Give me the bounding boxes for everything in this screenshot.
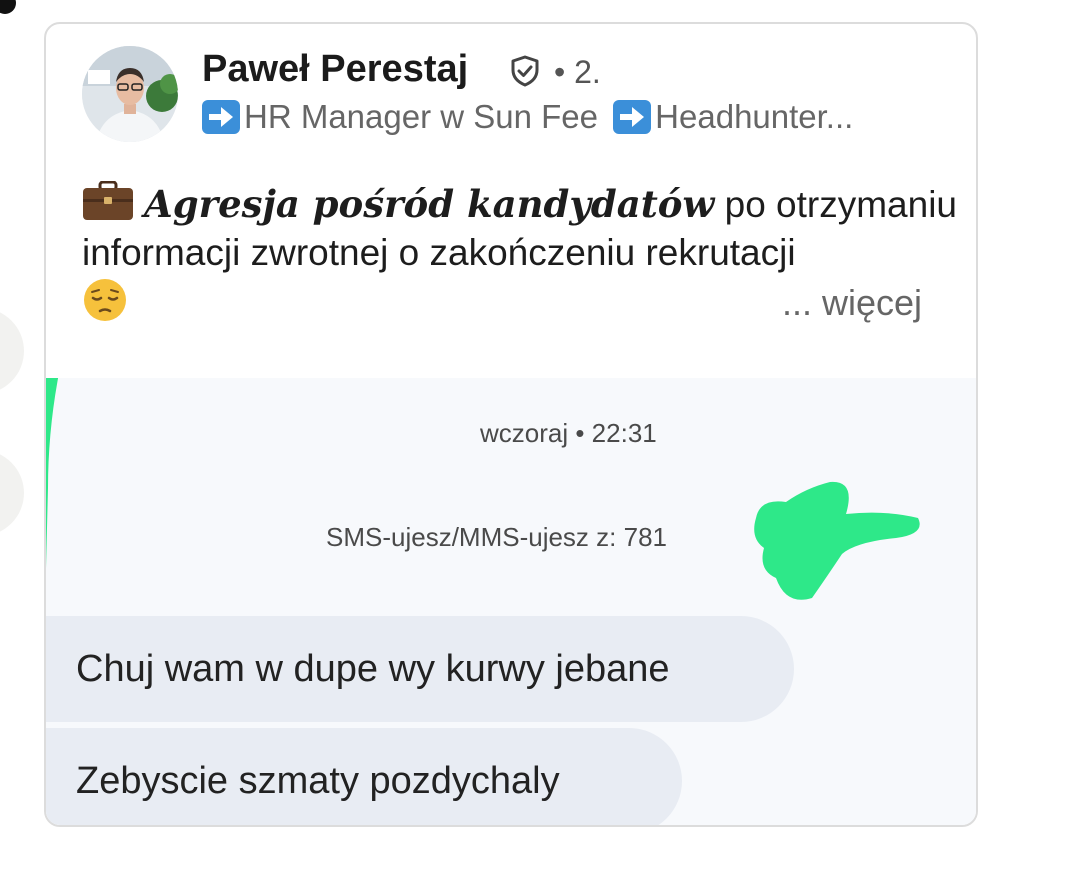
right-arrow-emoji-icon: [202, 100, 240, 134]
shield-check-icon: [511, 55, 539, 87]
sms-timestamp: wczoraj • 22:31: [480, 418, 657, 448]
sms-sender-label: SMS-ujesz/MMS-ujesz z: 781: [326, 522, 667, 552]
author-avatar[interactable]: [82, 46, 178, 142]
pensive-face-emoji-icon: [84, 279, 126, 321]
sms-message-bubble: Zebyscie szmaty pozdychaly: [46, 728, 682, 825]
feed-post-card[interactable]: Paweł Perestaj • 2. HR Manager w Sun Fee…: [44, 22, 978, 827]
green-marker-stroke: [46, 378, 59, 568]
corner-mark: [0, 0, 16, 14]
author-headline: HR Manager w Sun Fee Headhunter...: [202, 98, 853, 136]
author-name[interactable]: Paweł Perestaj: [202, 48, 468, 91]
background-circle: [0, 450, 24, 536]
avatar-photo: [82, 46, 178, 142]
screenshot-page: Paweł Perestaj • 2. HR Manager w Sun Fee…: [0, 0, 1076, 876]
sms-screenshot-image[interactable]: wczoraj • 22:31 SMS-ujesz/MMS-ujesz z: 7…: [46, 378, 976, 825]
sms-message-bubble: Chuj wam w dupe wy kurwy jebane: [46, 616, 794, 722]
headline-role: Headhunter...: [655, 98, 854, 135]
post-title: Agresja pośród kandydatów: [144, 182, 715, 226]
redaction-scribble: [754, 481, 920, 600]
background-circle: [0, 308, 24, 394]
briefcase-emoji-icon: [83, 181, 133, 220]
right-arrow-emoji-icon: [613, 100, 652, 134]
see-more-link[interactable]: ... więcej: [782, 282, 922, 324]
headline-role: HR Manager w Sun Fee: [244, 98, 598, 135]
connection-degree: • 2.: [554, 54, 601, 90]
